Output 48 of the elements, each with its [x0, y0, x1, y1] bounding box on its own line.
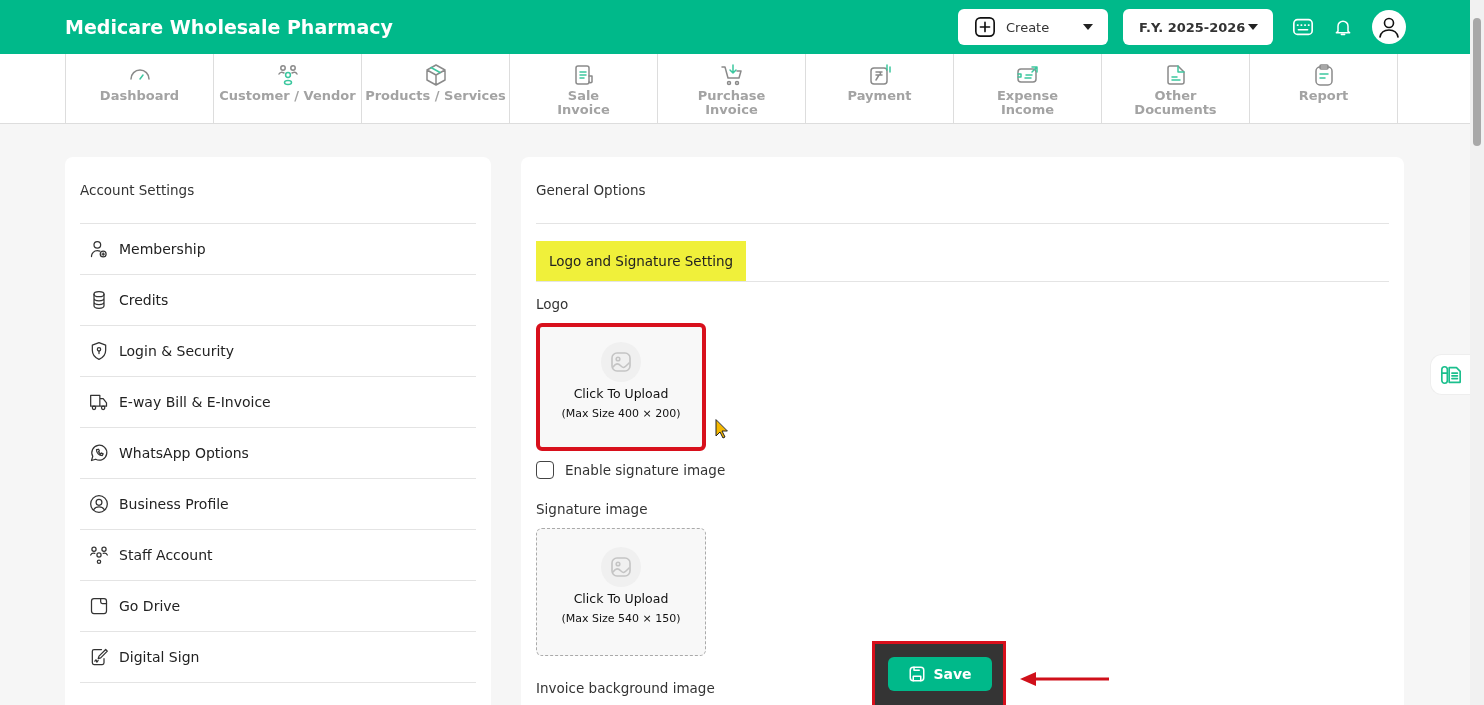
image-icon	[609, 350, 633, 374]
user-circle-icon	[89, 494, 109, 514]
image-icon	[609, 555, 633, 579]
section-tab[interactable]: Logo and Signature Setting	[536, 241, 747, 281]
create-button[interactable]: Create	[958, 9, 1108, 45]
people-icon	[275, 63, 300, 87]
truck-icon	[89, 392, 109, 412]
user-plus-icon	[89, 239, 109, 259]
checkbox-label: Enable signature image	[565, 462, 726, 478]
sidebar-item[interactable]: Login & Security	[80, 326, 476, 377]
sidebar-item[interactable]: Digital Sign	[80, 632, 476, 683]
people-icon	[89, 545, 109, 565]
sidebar-item[interactable]: WhatsApp Options	[80, 428, 476, 479]
mouse-cursor-icon	[715, 419, 729, 439]
rupee-icon	[867, 63, 892, 87]
card-title: Account Settings	[80, 157, 476, 224]
caret-icon	[1247, 23, 1259, 31]
signed-document-icon	[89, 647, 109, 667]
folder-icon	[89, 596, 109, 616]
field-label: Logo	[536, 296, 570, 312]
document-icon	[1439, 363, 1462, 386]
sidebar-item[interactable]: Business Profile	[80, 479, 476, 530]
year-select[interactable]: F.Y. 2025-2026	[1123, 9, 1273, 45]
sidebar-item[interactable]: Credits	[80, 275, 476, 326]
checkbox[interactable]	[536, 461, 554, 479]
profile-avatar[interactable]	[1372, 10, 1406, 44]
chat-bubble-icon	[89, 443, 109, 463]
side-panel-button[interactable]	[1430, 354, 1470, 395]
upload-area[interactable]: Click To Upload (Max Size 540 × 150)	[536, 528, 706, 656]
field-label: Invoice background image	[536, 680, 716, 696]
sidebar-item[interactable]: Staff Account	[80, 530, 476, 581]
sidebar-item[interactable]: E-way Bill & E-Invoice	[80, 377, 476, 428]
keyboard-icon	[1292, 16, 1314, 38]
app-title: Medicare Wholesale Pharmacy	[65, 16, 393, 38]
shield-icon	[89, 341, 109, 361]
cart-icon	[719, 63, 744, 87]
caret-icon	[1082, 23, 1094, 31]
box-icon	[423, 63, 448, 87]
sidebar-item[interactable]: Membership	[80, 224, 476, 275]
field-label: Signature image	[536, 501, 649, 517]
sidebar-item[interactable]: Go Drive	[80, 581, 476, 632]
plus-icon	[974, 16, 996, 38]
card-title: General Options	[536, 157, 1389, 224]
keyboard-button[interactable]	[1292, 16, 1314, 38]
scrollbar[interactable]	[1470, 0, 1484, 705]
upload-area[interactable]: Click To Upload (Max Size 400 × 200)	[536, 323, 706, 451]
user-icon	[1377, 15, 1401, 39]
save-icon	[908, 665, 927, 683]
